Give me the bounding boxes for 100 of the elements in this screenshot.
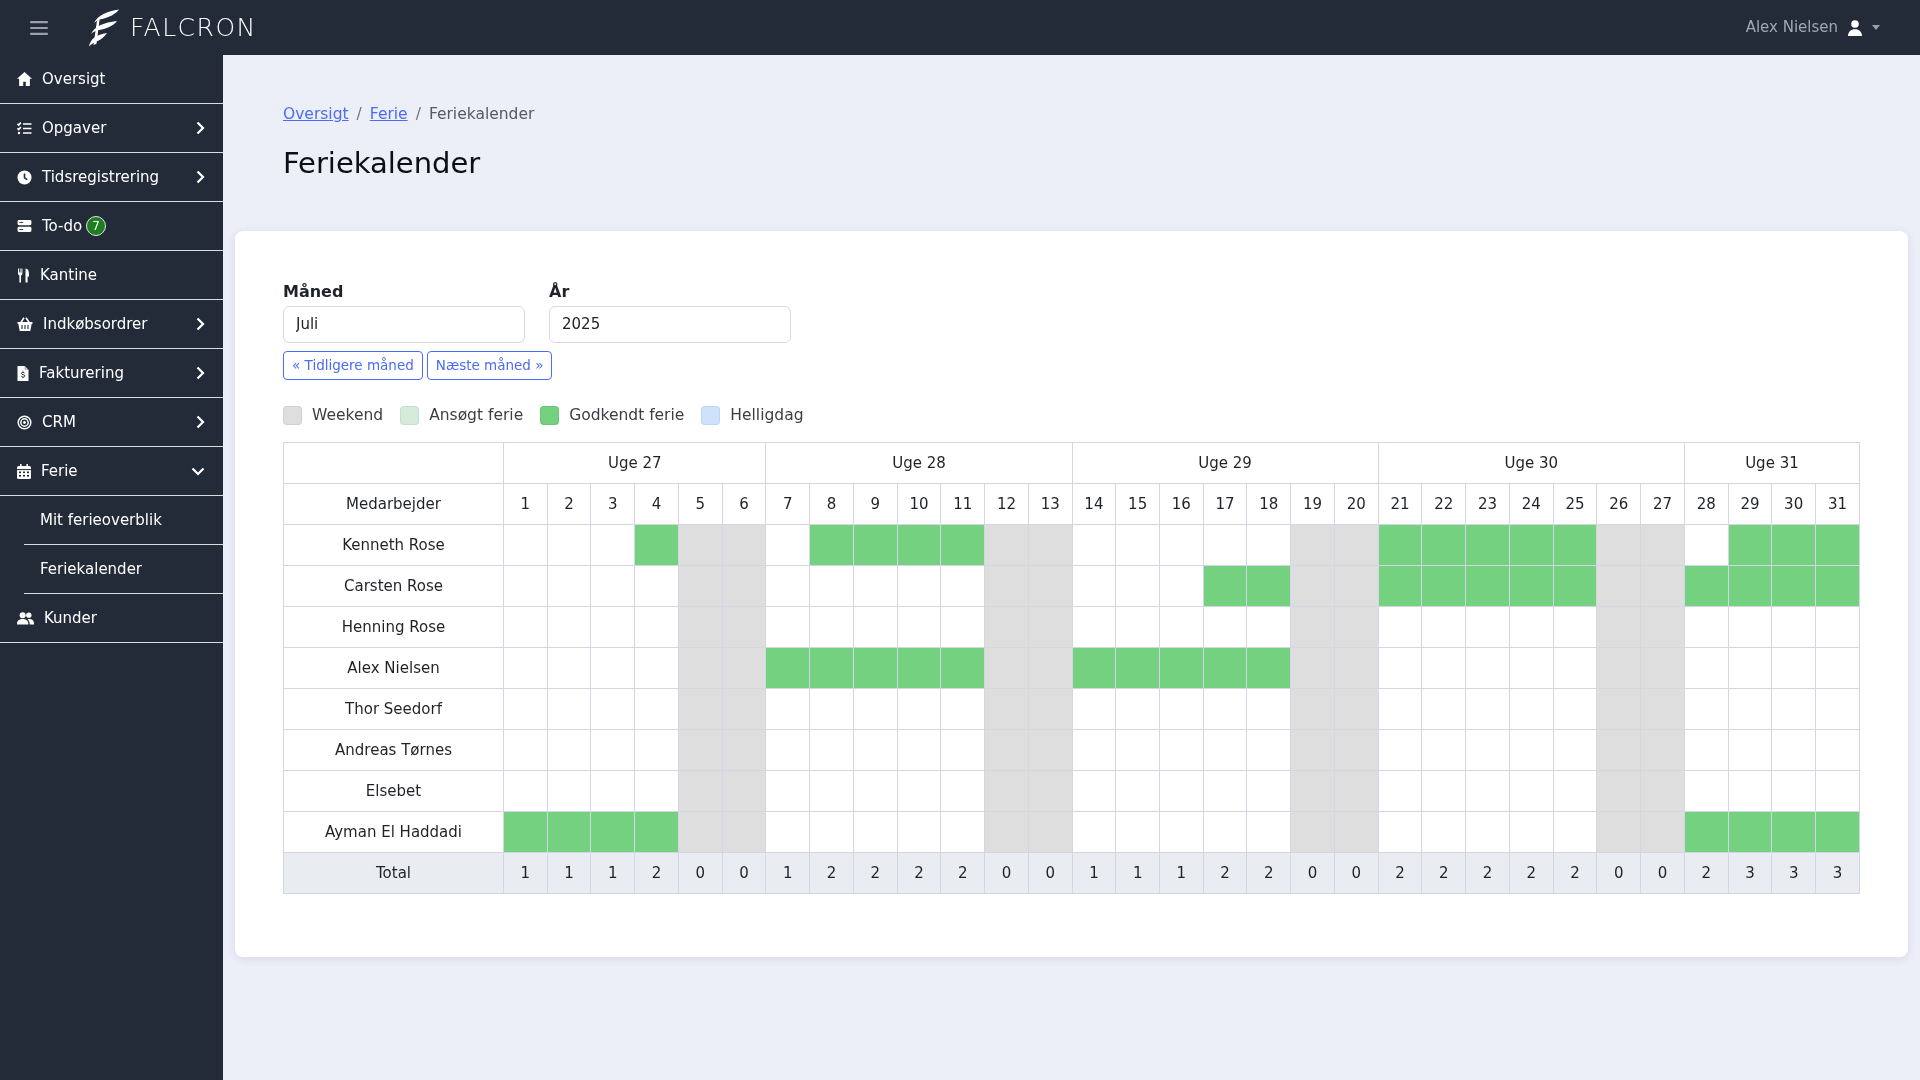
day-header: 23 (1465, 483, 1510, 525)
day-header: 21 (1378, 483, 1422, 525)
brand-name: FALCRON (130, 15, 257, 40)
employee-name: Alex Nielsen (283, 647, 504, 689)
day-header: 11 (940, 483, 985, 525)
sidebar-item[interactable]: Indkøbsordrer (0, 300, 223, 349)
employee-name: Carsten Rose (283, 565, 504, 607)
breadcrumb-separator: / (356, 104, 362, 126)
week-header: Uge 29 (1072, 442, 1379, 484)
day-header: 14 (1072, 483, 1116, 525)
sidebar-item[interactable]: Ferie (0, 447, 223, 496)
sidebar-item[interactable]: Kunder (0, 594, 223, 643)
day-header: 2 (547, 483, 591, 525)
total-value: 1 (1115, 852, 1160, 894)
total-value: 0 (678, 852, 723, 894)
day-header: 29 (1728, 483, 1772, 525)
week-header: Uge 31 (1684, 442, 1860, 484)
sidebar-item[interactable]: Oversigt (0, 55, 223, 104)
employee-name: Thor Seedorf (283, 688, 504, 730)
user-menu[interactable]: Alex Nielsen (1745, 16, 1880, 39)
sidebar-subitem[interactable]: Mit ferieoverblik (24, 496, 223, 545)
total-value: 2 (1509, 852, 1554, 894)
invoice-icon (17, 365, 29, 381)
day-header: 31 (1815, 483, 1860, 525)
day-header: 27 (1640, 483, 1685, 525)
legend-label: Ansøgt ferie (429, 404, 524, 426)
utensils-icon (17, 267, 30, 283)
sidebar-item[interactable]: Opgaver (0, 104, 223, 153)
total-value: 2 (1553, 852, 1597, 894)
total-value: 0 (984, 852, 1029, 894)
total-value: 3 (1771, 852, 1816, 894)
users-icon (17, 611, 34, 625)
menu-icon (30, 20, 48, 35)
day-header: 3 (590, 483, 635, 525)
sidebar-item[interactable]: Kantine (0, 251, 223, 300)
column-header: Medarbejder (283, 483, 504, 525)
total-value: 2 (1421, 852, 1466, 894)
total-value: 1 (547, 852, 591, 894)
total-value: 0 (1596, 852, 1641, 894)
day-header: 9 (853, 483, 898, 525)
day-header: 26 (1596, 483, 1641, 525)
day-header: 16 (1159, 483, 1204, 525)
day-header: 25 (1553, 483, 1597, 525)
field-label: År (549, 280, 571, 303)
day-header: 10 (897, 483, 941, 525)
sidebar-subitem[interactable]: Feriekalender (24, 545, 223, 594)
sidebar-item[interactable]: Fakturering (0, 349, 223, 398)
day-header: 19 (1290, 483, 1335, 525)
employee-name: Ayman El Haddadi (283, 811, 504, 853)
day-header: 22 (1421, 483, 1466, 525)
checklist-icon (17, 121, 32, 135)
day-header: 1 (503, 483, 548, 525)
total-value: 0 (1028, 852, 1073, 894)
field-label: Måned (283, 280, 345, 303)
week-header: Uge 27 (503, 442, 766, 484)
calendar-icon (17, 463, 31, 479)
total-value: 1 (1159, 852, 1204, 894)
user-icon (1848, 19, 1862, 36)
sidebar-item[interactable]: To-do 7 (0, 202, 223, 251)
day-header: 24 (1509, 483, 1554, 525)
day-header: 13 (1028, 483, 1073, 525)
week-header: Uge 28 (765, 442, 1073, 484)
employee-name: Elsebet (283, 770, 504, 812)
next-month-button[interactable]: Næste måned » (426, 350, 553, 380)
week-header: Uge 30 (1378, 442, 1685, 484)
total-value: 2 (809, 852, 854, 894)
breadcrumb-link[interactable]: Oversigt (283, 103, 349, 127)
input-field[interactable]: 2025 (549, 305, 791, 343)
total-value: 2 (1203, 852, 1247, 894)
total-value: 3 (1815, 852, 1860, 894)
employee-name: Andreas Tørnes (283, 729, 504, 771)
total-value: 2 (1465, 852, 1510, 894)
day-header: 8 (809, 483, 854, 525)
breadcrumb-separator: / (415, 104, 421, 126)
legend-label: Godkendt ferie (569, 404, 685, 426)
day-header: 7 (765, 483, 810, 525)
caret-icon (1872, 25, 1880, 30)
day-header: 30 (1771, 483, 1816, 525)
total-value: 2 (1247, 852, 1291, 894)
breadcrumb-current: Feriekalender (428, 104, 535, 126)
user-name: Alex Nielsen (1745, 17, 1838, 39)
day-header: 6 (722, 483, 766, 525)
total-value: 1 (590, 852, 635, 894)
count-badge: 7 (86, 216, 107, 236)
day-header: 17 (1203, 483, 1247, 525)
total-label: Total (283, 852, 504, 894)
total-value: 2 (897, 852, 941, 894)
total-value: 2 (1684, 852, 1729, 894)
sidebar-item[interactable]: Tidsregistrering (0, 153, 223, 202)
previous-month-button[interactable]: « Tidligere måned (283, 350, 423, 380)
page-title: Feriekalender (282, 146, 482, 181)
input-field[interactable]: Juli (283, 305, 525, 343)
total-value: 0 (722, 852, 766, 894)
employee-name: Kenneth Rose (283, 524, 504, 566)
server-icon (17, 220, 32, 232)
total-value: 0 (1334, 852, 1379, 894)
sidebar-item[interactable]: CRM (0, 398, 223, 447)
breadcrumb-link[interactable]: Ferie (369, 103, 408, 127)
total-value: 2 (634, 852, 679, 894)
day-header: 15 (1115, 483, 1160, 525)
